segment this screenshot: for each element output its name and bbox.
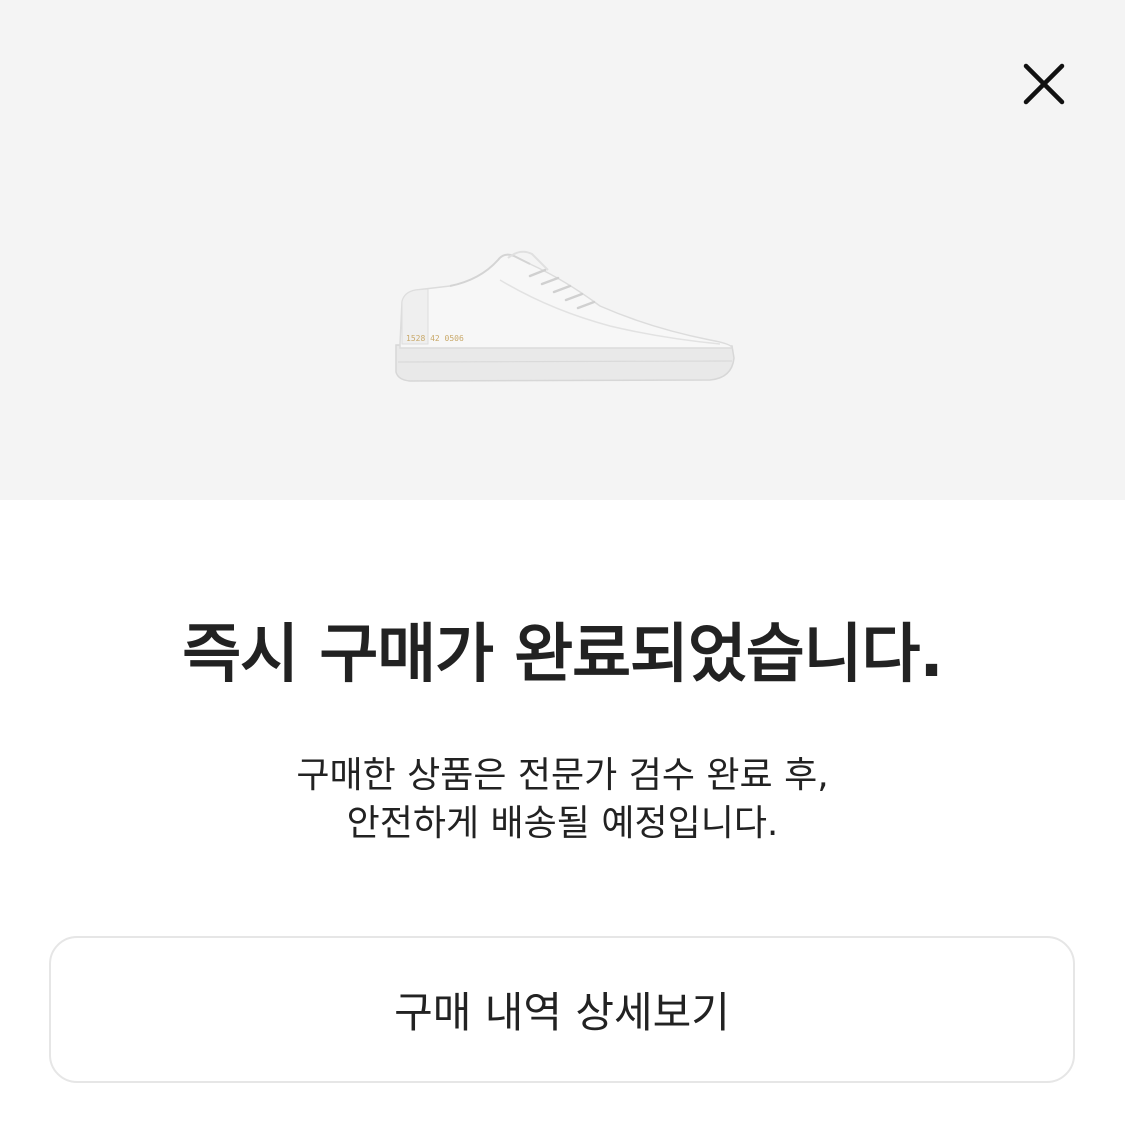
page-title: 즉시 구매가 완료되었습니다. [182,618,943,692]
close-icon [1023,63,1065,105]
description: 구매한 상품은 전문가 검수 완료 후, 안전하게 배송될 예정입니다. [0,752,1125,848]
purchase-complete-screen: 1528 42 0506 즉시 구매가 완료되었습니다. 구매한 상품은 전문가… [0,0,1125,1125]
product-print: 1528 42 0506 [406,334,464,343]
product-hero: 1528 42 0506 [0,0,1125,500]
view-purchase-details-button[interactable]: 구매 내역 상세보기 [49,936,1075,1083]
sneaker-icon: 1528 42 0506 [395,250,735,382]
description-line-1: 구매한 상품은 전문가 검수 완료 후, [296,755,829,796]
description-line-2: 안전하게 배송될 예정입니다. [346,803,779,844]
product-image: 1528 42 0506 [380,240,750,400]
close-button[interactable] [1014,54,1074,114]
